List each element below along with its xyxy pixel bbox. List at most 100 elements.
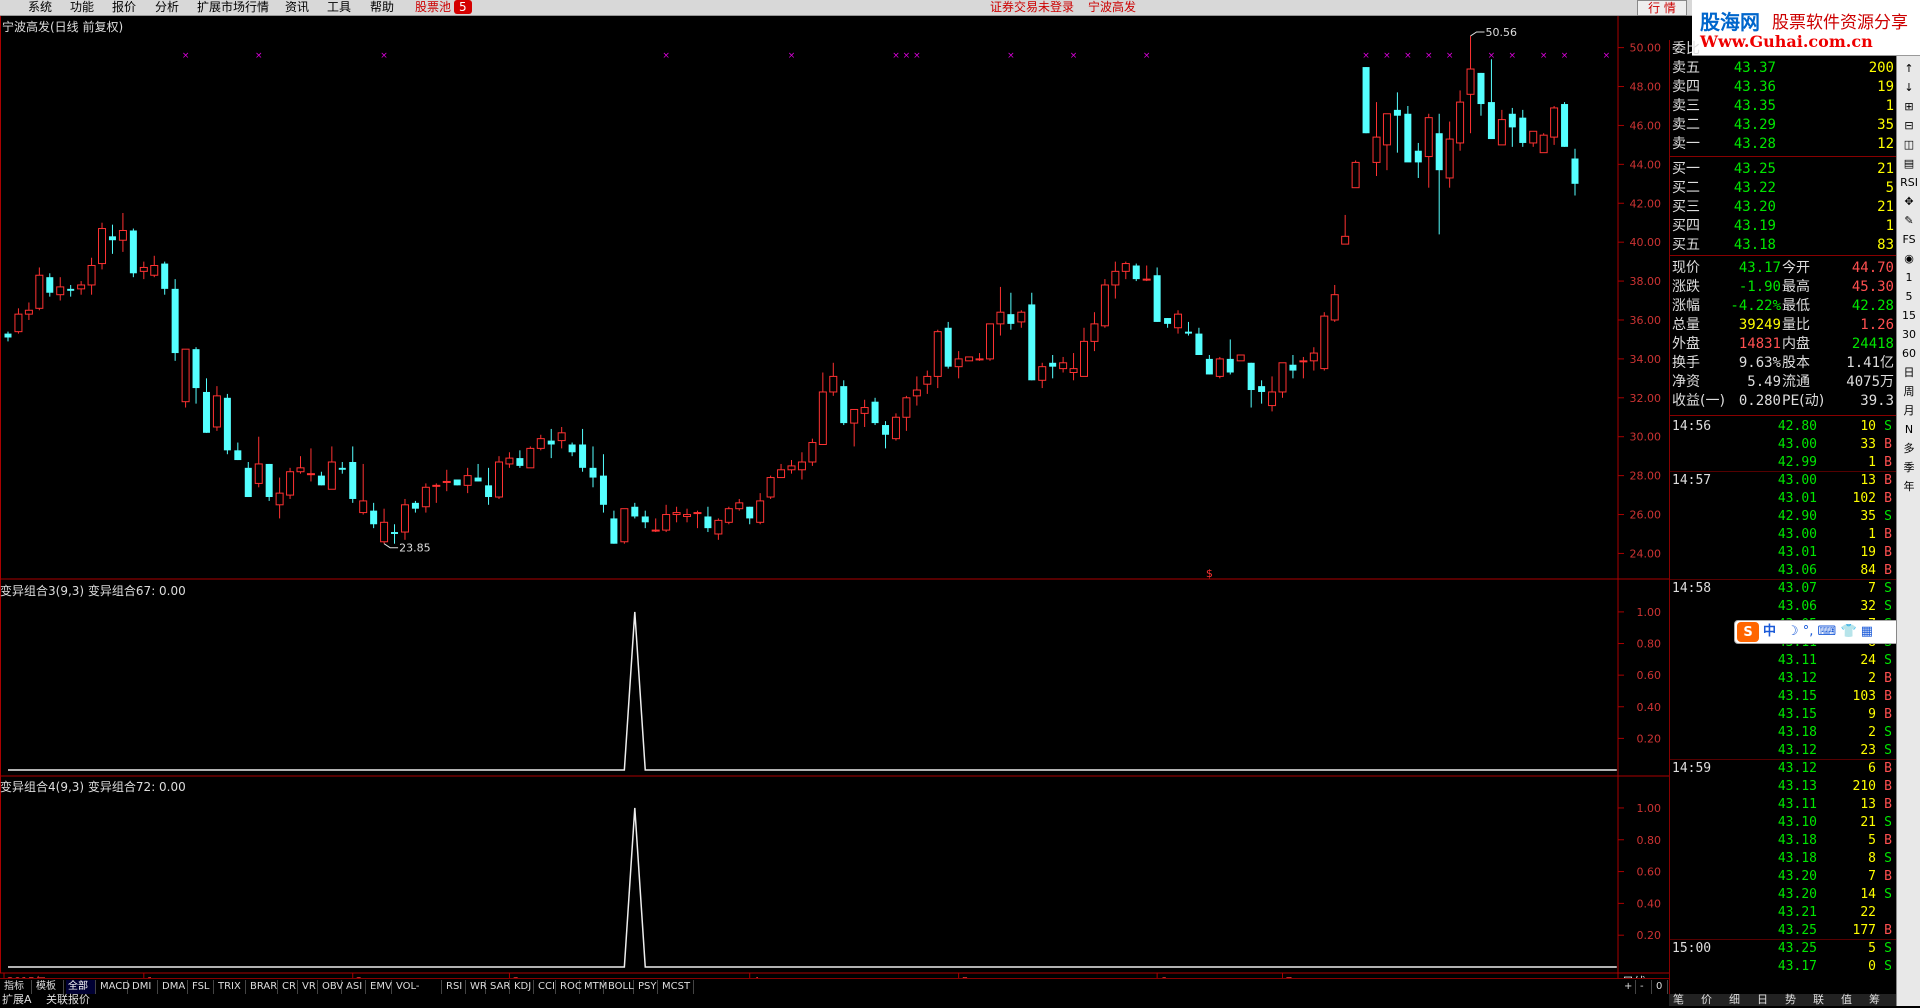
indicator-tab-21[interactable]: MTM <box>582 980 607 994</box>
menu-extended-market[interactable]: 扩展市场行情 <box>197 0 269 15</box>
indicator-tab-24[interactable]: MCST <box>660 980 694 994</box>
tick-direction: B <box>1884 545 1892 560</box>
zoom-button[interactable]: + <box>1622 980 1636 994</box>
ticks-divider <box>1670 415 1896 416</box>
bottom-related-quote[interactable]: 关联报价 <box>46 994 90 1006</box>
toolbar-button[interactable]: 多 <box>1899 440 1919 458</box>
toolbar-button[interactable]: ⊟ <box>1899 117 1919 135</box>
quote-tab[interactable]: 价 <box>1701 994 1712 1006</box>
candle-body-up <box>902 397 911 418</box>
toolbar-button[interactable]: 15 <box>1899 307 1919 325</box>
indicator-tab-7[interactable]: TRIX <box>216 980 246 994</box>
y-tick-label: 38.00 <box>1630 275 1662 288</box>
toolbar-button[interactable]: FS <box>1899 231 1919 249</box>
toolbar-button[interactable]: ▤ <box>1899 155 1919 173</box>
candle-body-up <box>286 471 295 496</box>
toolbar-button[interactable]: ⊞ <box>1899 98 1919 116</box>
zoom-button[interactable]: 0 <box>1654 980 1668 994</box>
zoom-button[interactable]: - <box>1638 980 1652 994</box>
candle-body-down <box>265 463 273 498</box>
quote-tab[interactable]: 笔 <box>1673 994 1684 1006</box>
ime-toolbar[interactable]: S 中 ☽ °, ⌨ 👕 ▦ <box>1734 620 1914 644</box>
indicator-tab-1[interactable]: 模板 <box>34 980 64 994</box>
candle-body-up <box>1351 161 1360 189</box>
indicator-tab-16[interactable]: WR <box>468 980 487 994</box>
tick-price: 43.20 <box>1777 869 1817 884</box>
menu-news[interactable]: 资讯 <box>285 0 309 15</box>
y-tick-label: 30.00 <box>1630 431 1662 444</box>
menu-help[interactable]: 帮助 <box>370 0 394 15</box>
quote-tab[interactable]: 联 <box>1813 994 1824 1006</box>
ime-tools[interactable]: ☽ °, ⌨ 👕 ▦ <box>1787 621 1873 643</box>
indicator-tab-2[interactable]: 全部 <box>66 980 96 994</box>
toolbar-button[interactable]: ◫ <box>1899 136 1919 154</box>
tick-volume: 9 <box>1868 707 1876 722</box>
menu-system[interactable]: 系统 <box>28 0 52 15</box>
indicator-tab-5[interactable]: DMA <box>160 980 188 994</box>
indicator-tab-15[interactable]: RSI <box>444 980 466 994</box>
quote-button[interactable]: 行 情 <box>1637 0 1687 16</box>
menu-function[interactable]: 功能 <box>70 0 94 15</box>
toolbar-button[interactable]: N <box>1899 421 1919 439</box>
toolbar-button[interactable]: 年 <box>1899 478 1919 496</box>
stock-pool-button[interactable]: 股票池 5 <box>415 0 472 15</box>
indicator-tab-11[interactable]: OBV <box>320 980 343 994</box>
indicator-tab-4[interactable]: DMI <box>130 980 158 994</box>
indicator-tab-9[interactable]: CR <box>280 980 298 994</box>
tick-price: 43.00 <box>1777 437 1817 452</box>
indicator-tab-12[interactable]: ASI <box>344 980 366 994</box>
menu-tools[interactable]: 工具 <box>327 0 351 15</box>
indicator-tab-22[interactable]: BOLL <box>606 980 634 994</box>
indicator-tab-8[interactable]: BRAR <box>248 980 278 994</box>
tick-volume: 23 <box>1860 743 1876 758</box>
toolbar-button[interactable]: 月 <box>1899 402 1919 420</box>
toolbar-button[interactable]: 30 <box>1899 326 1919 344</box>
toolbar-button[interactable]: 周 <box>1899 383 1919 401</box>
toolbar-button[interactable]: ✎ <box>1899 212 1919 230</box>
quote-tab[interactable]: 值 <box>1841 994 1852 1006</box>
menu-analysis[interactable]: 分析 <box>155 0 179 15</box>
chart-area[interactable]: 50.00 48.00 46.00 44.00 42.00 40.00 38.00 36.00… <box>0 16 1669 978</box>
bottom-ext-a[interactable]: 扩展A <box>2 994 32 1006</box>
candle-body-up <box>1539 134 1548 154</box>
indicator-tab-17[interactable]: SAR <box>488 980 510 994</box>
indicator-tab-19[interactable]: CCI <box>536 980 556 994</box>
tick-row: 43.20 7 B <box>1670 868 1896 886</box>
tick-direction: S <box>1884 419 1892 434</box>
signal-mark: × <box>1446 51 1454 61</box>
toolbar-button[interactable]: ↑ <box>1899 60 1919 78</box>
stat-value: -4.22% <box>1730 298 1781 314</box>
indicator-tab-23[interactable]: PSY <box>636 980 658 994</box>
toolbar-button[interactable]: ✥ <box>1899 193 1919 211</box>
indicator-tab-14[interactable]: VOL-TDX <box>394 980 442 1006</box>
toolbar-button[interactable]: 1 <box>1899 269 1919 287</box>
signal-mark: × <box>1070 51 1078 61</box>
quote-tab[interactable]: 日 <box>1757 994 1768 1006</box>
quote-tab[interactable]: 细 <box>1729 994 1740 1006</box>
toolbar-button[interactable]: RSI <box>1899 174 1919 192</box>
menu-quote[interactable]: 报价 <box>112 0 136 15</box>
indicator-tab-18[interactable]: KDJ <box>512 980 534 994</box>
quote-tab[interactable]: 势 <box>1785 994 1796 1006</box>
candle-body-up <box>1017 311 1026 323</box>
toolbar-button[interactable]: ↓ <box>1899 79 1919 97</box>
sogou-icon[interactable]: S <box>1737 622 1759 642</box>
indicator-tab-6[interactable]: FSL <box>190 980 214 994</box>
stat-label-2: PE(动) <box>1782 393 1825 409</box>
bid-row: 买三 43.20 21 <box>1670 198 1896 217</box>
ime-chinese-mode[interactable]: 中 <box>1763 621 1776 643</box>
indicator1-name: 变异组合3(9,3) <box>0 584 85 598</box>
candle-body-up <box>1330 294 1339 321</box>
toolbar-button[interactable]: ◉ <box>1899 250 1919 268</box>
toolbar-button[interactable]: 日 <box>1899 364 1919 382</box>
toolbar-button[interactable]: 60 <box>1899 345 1919 363</box>
indicator-tab-20[interactable]: ROC <box>558 980 582 994</box>
stat-label: 总量 <box>1672 317 1700 333</box>
indicator-tab-0[interactable]: 指标 <box>2 980 32 994</box>
toolbar-button[interactable]: 5 <box>1899 288 1919 306</box>
toolbar-button[interactable]: 季 <box>1899 459 1919 477</box>
indicator-tab-3[interactable]: MACD <box>98 980 130 994</box>
indicator-tab-13[interactable]: EMV <box>368 980 392 994</box>
indicator-tab-10[interactable]: VR <box>300 980 318 994</box>
quote-tab[interactable]: 筹 <box>1869 994 1880 1006</box>
